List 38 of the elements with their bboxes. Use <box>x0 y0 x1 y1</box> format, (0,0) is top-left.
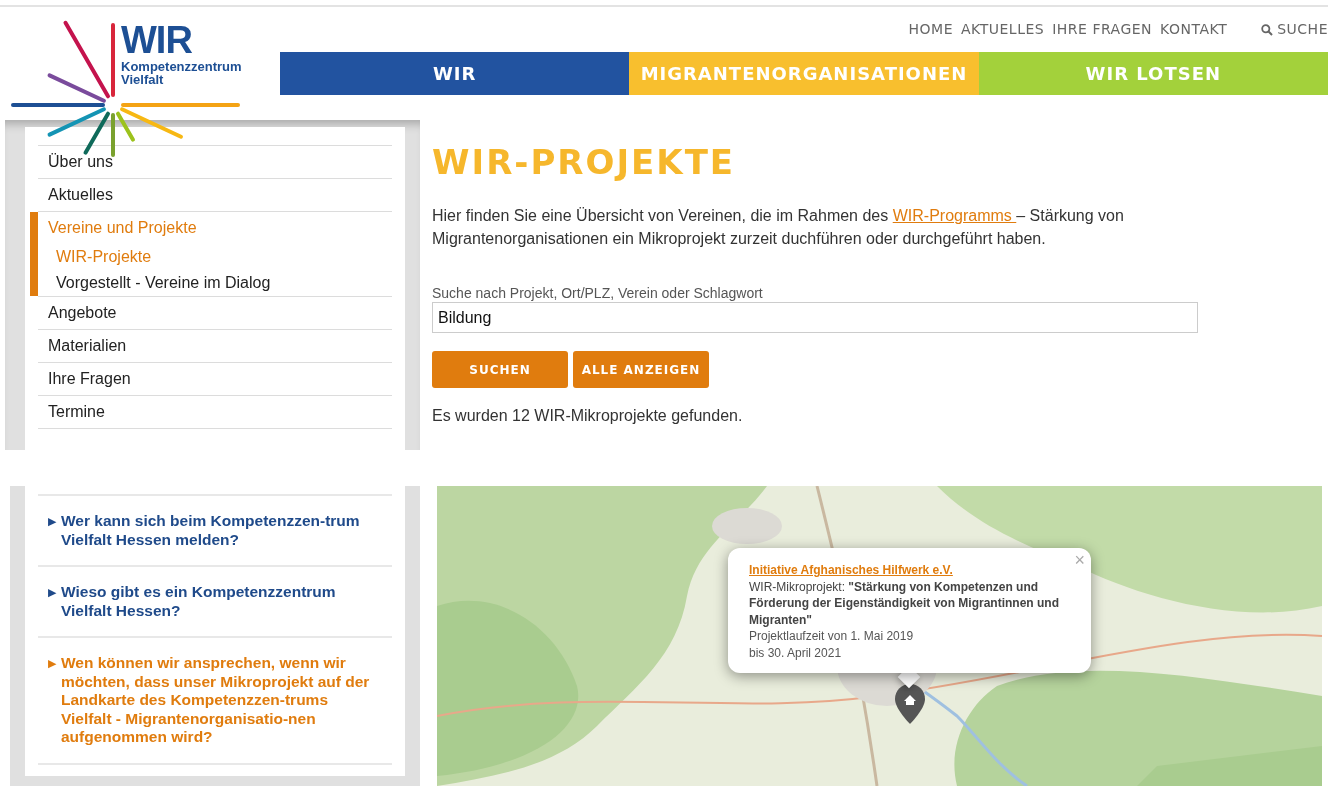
sidebar-item[interactable]: Vereine und Projekte <box>38 212 392 244</box>
logo-subtitle: Kompetenzzentrum <box>121 60 242 73</box>
result-count: Es wurden 12 WIR-Mikroprojekte gefunden. <box>432 406 743 426</box>
search-icon <box>1261 23 1274 36</box>
top-nav-link[interactable]: KONTAKT <box>1160 19 1228 40</box>
faq-link[interactable]: Wer kann sich beim Kompetenzzen-trum Vielfalt Hessen melden? <box>61 512 379 549</box>
search-label: Suche nach Projekt, Ort/PLZ, Verein oder Schlagwort <box>432 285 763 302</box>
search-link[interactable]: SUCHE <box>1261 19 1328 40</box>
logo-subtitle: Vielfalt <box>121 73 164 86</box>
page-heading: WIR-PROJEKTE <box>432 141 737 184</box>
top-nav-link[interactable]: HOME <box>908 19 954 40</box>
triangle-icon: ▶ <box>38 512 56 549</box>
popup-runtime: bis 30. April 2021 <box>749 644 842 661</box>
top-nav-link[interactable]: AKTUELLES <box>961 19 1045 40</box>
popup-description: WIR-Mikroprojekt: "Stärkung von Kompetenzen und Förderung der Eigenständigkeit von Migrantinnen und Migranten" <box>749 578 1059 628</box>
action-button[interactable]: ALLE ANZEIGEN <box>573 351 709 388</box>
popup-runtime: Projektlaufzeit von 1. Mai 2019 <box>749 628 914 645</box>
faq-link[interactable]: Wen können wir ansprechen, wenn wir möchten, dass unser Mikroprojekt auf der Landkarte des Kompetenzzen-trums Vielfalt - Migrantenorganisatio-nen aufgenommen wird? <box>61 654 379 747</box>
faq-link[interactable]: Wieso gibt es ein Kompetenzzentrum Vielfalt Hessen? <box>61 583 379 620</box>
sidebar-item[interactable]: Termine <box>38 396 392 428</box>
sidebar-item[interactable]: Angebote <box>38 297 392 329</box>
action-button[interactable]: SUCHEN <box>432 351 568 388</box>
triangle-icon: ▶ <box>38 583 56 620</box>
sidebar-item[interactable]: Materialien <box>38 330 392 362</box>
sidebar-item[interactable]: Aktuelles <box>38 179 392 211</box>
sidebar-item[interactable]: Ihre Fragen <box>38 363 392 395</box>
top-nav-link[interactable]: IHRE FRAGEN <box>1052 19 1153 40</box>
triangle-icon: ▶ <box>38 654 56 747</box>
popup-title-link[interactable]: Initiative Afghanisches Hilfwerk e.V. <box>749 562 953 579</box>
search-field[interactable]: Bildung <box>432 302 1198 333</box>
intro-paragraph: Hier finden Sie eine Übersicht von Vereinen, die im Rahmen des WIR-Programms – Stärkung von Migrantenorganisationen ein Mikroprojekt zurzeit duchführen oder durchgeführt haben. <box>432 206 1125 249</box>
sidebar-subitem[interactable]: Vorgestellt - Vereine im Dialog <box>38 270 392 296</box>
program-link[interactable]: WIR-Programms <box>892 207 1017 224</box>
sidebar-item[interactable]: Über uns <box>38 146 392 178</box>
map-marker-icon <box>895 684 925 724</box>
logo-title: WIR <box>121 20 193 60</box>
main-nav-tab[interactable]: WIR <box>280 52 630 95</box>
sidebar-subitem[interactable]: WIR-Projekte <box>38 244 392 270</box>
